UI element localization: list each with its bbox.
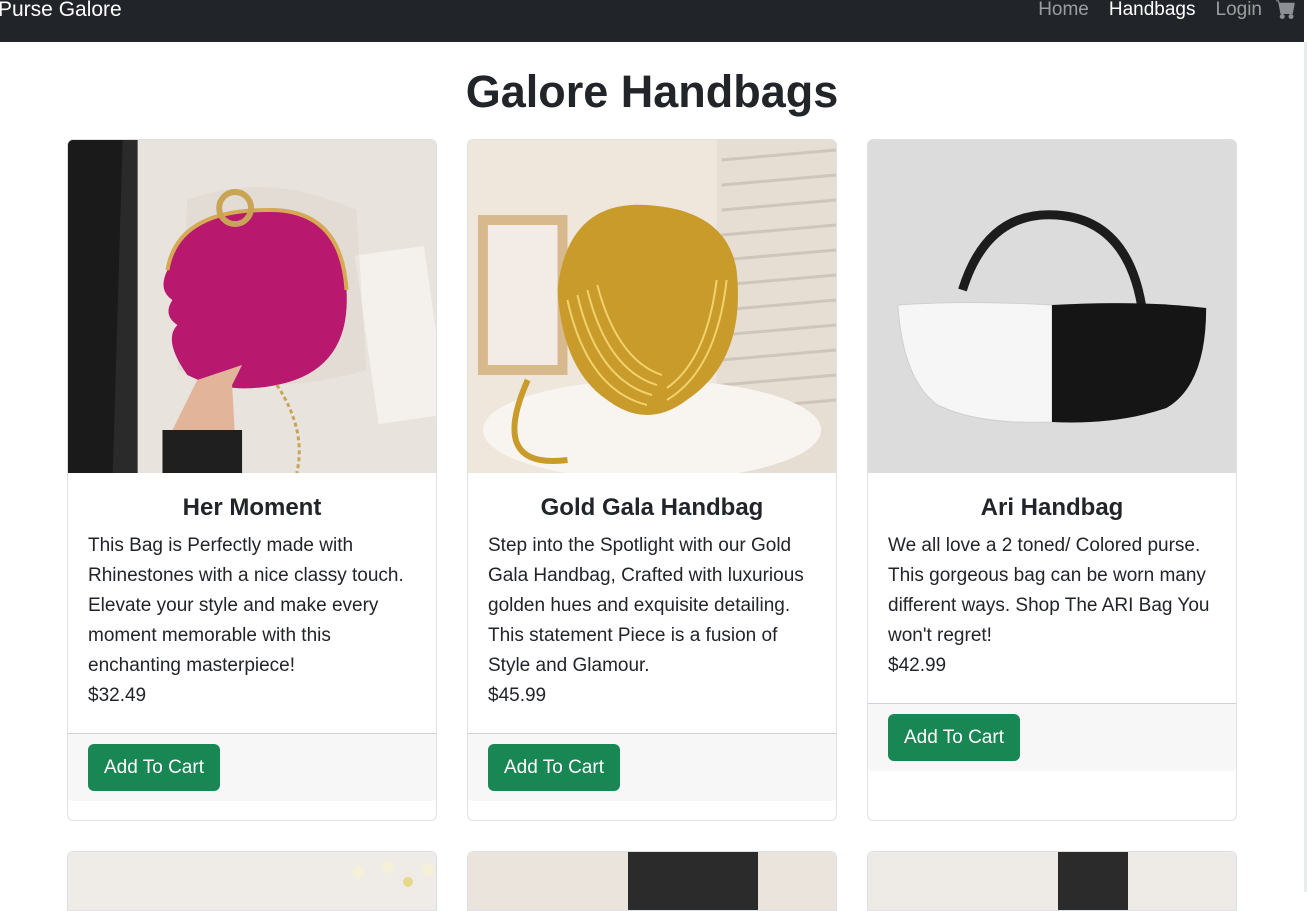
add-to-cart-button[interactable]: Add To Cart bbox=[888, 714, 1020, 761]
add-to-cart-button[interactable]: Add To Cart bbox=[488, 744, 620, 791]
product-price: $45.99 bbox=[488, 685, 547, 706]
product-card-partial bbox=[467, 851, 837, 911]
product-price: $32.49 bbox=[88, 685, 147, 706]
product-card: Her Moment This Bag is Perfectly made wi… bbox=[67, 139, 437, 821]
product-card-partial bbox=[67, 851, 437, 911]
product-description: This Bag is Perfectly made with Rhinesto… bbox=[88, 535, 404, 676]
card-footer: Add To Cart bbox=[68, 733, 436, 801]
card-footer: Add To Cart bbox=[468, 733, 836, 801]
product-description: We all love a 2 toned/ Colored purse. Th… bbox=[888, 535, 1210, 646]
product-price: $42.99 bbox=[888, 655, 947, 676]
navbar: Purse Galore Home Handbags Login bbox=[0, 0, 1304, 42]
product-title[interactable]: Gold Gala Handbag bbox=[488, 493, 816, 523]
add-to-cart-button[interactable]: Add To Cart bbox=[88, 744, 220, 791]
page-title: Galore Handbags bbox=[465, 66, 839, 117]
brand-link[interactable]: Purse Galore bbox=[0, 0, 122, 21]
cart-icon[interactable] bbox=[1276, 0, 1296, 19]
product-image-gold-handbag[interactable] bbox=[468, 140, 836, 473]
nav-links: Home Handbags Login bbox=[1018, 0, 1296, 21]
product-card: Gold Gala Handbag Step into the Spotligh… bbox=[467, 139, 837, 821]
nav-link-login[interactable]: Login bbox=[1216, 0, 1263, 21]
product-description: Step into the Spotlight with our Gold Ga… bbox=[488, 535, 804, 676]
card-footer: Add To Cart bbox=[868, 703, 1236, 771]
product-title[interactable]: Her Moment bbox=[88, 493, 416, 523]
product-card: Ari Handbag We all love a 2 toned/ Color… bbox=[867, 139, 1237, 821]
product-image-two-tone-bag[interactable] bbox=[868, 140, 1236, 473]
product-card-partial bbox=[867, 851, 1237, 911]
nav-link-handbags[interactable]: Handbags bbox=[1109, 0, 1196, 21]
nav-link-home[interactable]: Home bbox=[1038, 0, 1089, 21]
product-image-partial[interactable] bbox=[868, 852, 1237, 911]
product-image-pink-clutch[interactable] bbox=[68, 140, 436, 473]
product-image-partial[interactable] bbox=[68, 852, 437, 911]
product-image-partial[interactable] bbox=[468, 852, 837, 911]
product-title[interactable]: Ari Handbag bbox=[888, 493, 1216, 523]
